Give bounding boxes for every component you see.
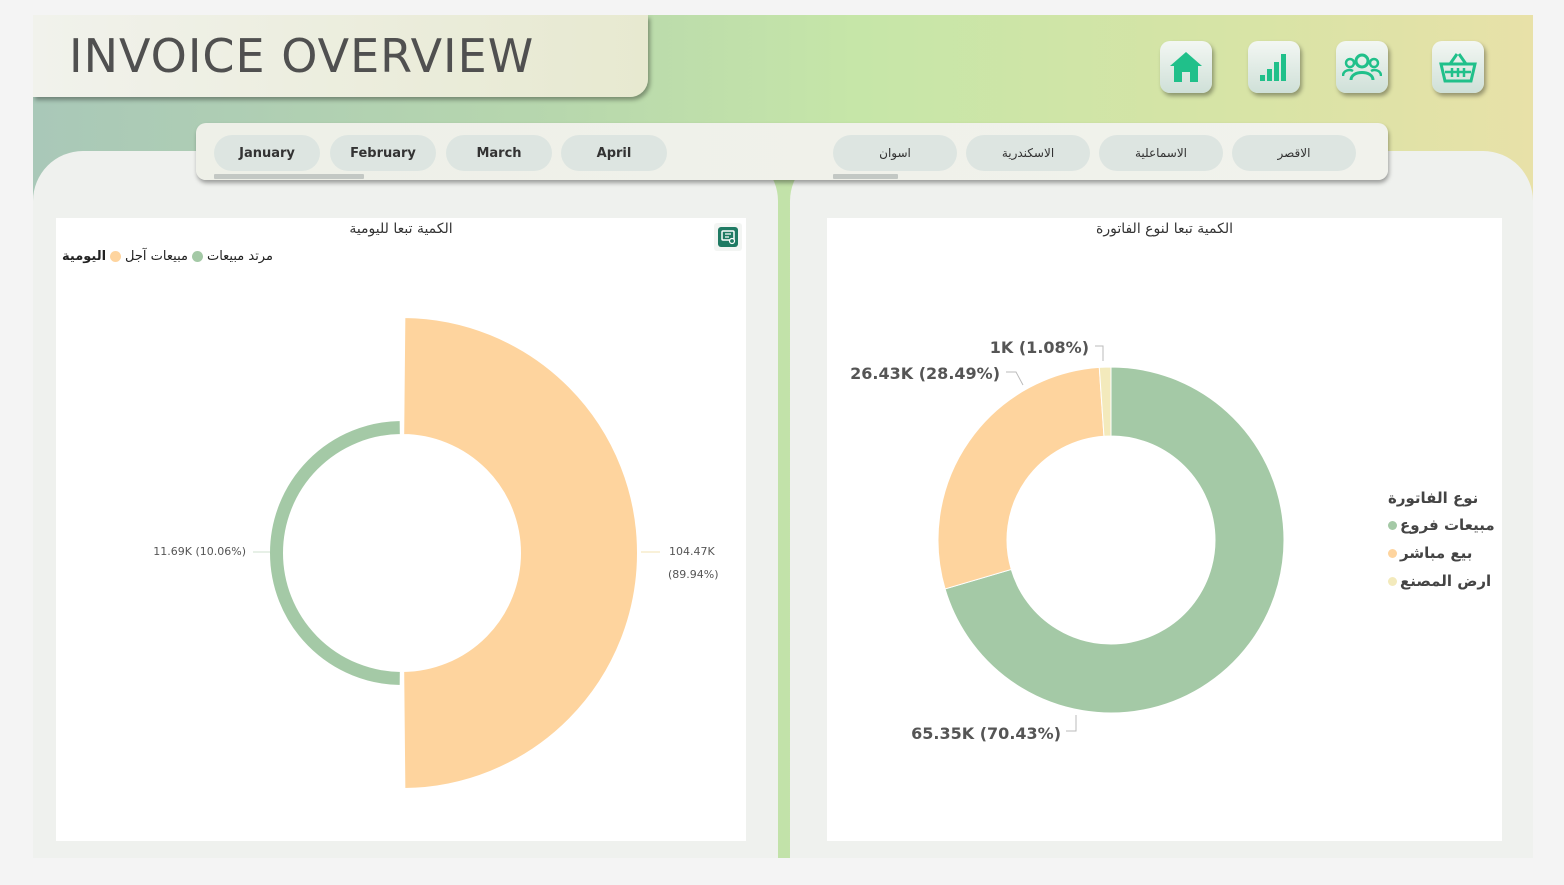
branch-slicer-luxor[interactable]: الاقصر (1232, 135, 1356, 171)
slice-direct-sales[interactable] (937, 366, 1105, 590)
customers-button[interactable] (1336, 41, 1388, 93)
leader-line-factory (1095, 345, 1104, 361)
data-label-credit-sales-pct: (89.94%) (668, 568, 719, 581)
legend-label: مبيعات فروع (1400, 516, 1495, 534)
basket-icon (1439, 53, 1477, 83)
home-icon (1170, 52, 1202, 82)
left-donut-chart: 104.47K (89.94%) 11.69K (10.06%) (153, 316, 719, 790)
month-slicer-february[interactable]: February (330, 135, 436, 171)
branch-slicer-scrollbar[interactable] (833, 174, 898, 179)
slice-sales-return[interactable] (268, 419, 402, 687)
data-label-credit-sales-value: 104.47K (669, 545, 715, 558)
data-label-factory: 1K (1.08%) (990, 338, 1089, 357)
legend-label: ارض المصنع (1400, 572, 1492, 590)
slice-credit-sales[interactable] (402, 316, 639, 790)
page-title: INVOICE OVERVIEW (69, 29, 535, 83)
data-label-direct-sales: 26.43K (28.49%) (850, 364, 1000, 383)
legend-swatch-green (1388, 520, 1397, 530)
bar-chart-icon (1260, 54, 1286, 81)
legend-item-branch-sales[interactable]: مبيعات فروع (1388, 511, 1498, 539)
month-slicer-january[interactable]: January (214, 135, 320, 171)
right-chart-card: الكمية تبعا لنوع الفاتورة 65.35K (70.43%… (827, 218, 1502, 841)
leader-line-direct-sales (1006, 371, 1024, 386)
left-chart-card: الكمية تبعا لليومية اليومية مبيعات آجل م… (56, 218, 746, 841)
month-slicer-april[interactable]: April (561, 135, 667, 171)
title-banner: INVOICE OVERVIEW (33, 15, 648, 97)
users-icon (1342, 53, 1382, 81)
slicer-bar: January February March April اسوان الاسك… (196, 123, 1388, 180)
dashboard-canvas: INVOICE OVERVIEW January February March … (33, 15, 1533, 858)
right-chart-legend: نوع الفاتورة مبيعات فروع بيع مباشر ارض ا… (1388, 489, 1498, 595)
month-slicer-march[interactable]: March (446, 135, 552, 171)
leader-line-branch-sales (1066, 715, 1077, 732)
legend-item-factory[interactable]: ارض المصنع (1388, 567, 1498, 595)
legend-title: نوع الفاتورة (1388, 489, 1479, 507)
month-slicer-scrollbar[interactable] (214, 174, 364, 179)
branch-slicer-alexandria[interactable]: الاسكندرية (966, 135, 1090, 171)
legend-item-direct-sales[interactable]: بيع مباشر (1388, 539, 1498, 567)
home-button[interactable] (1160, 41, 1212, 93)
branch-slicer-ismailia[interactable]: الاسماعلية (1099, 135, 1223, 171)
products-button[interactable] (1432, 41, 1484, 93)
data-label-sales-return: 11.69K (10.06%) (153, 545, 246, 558)
legend-swatch-cream (1388, 576, 1397, 586)
branch-slicer-aswan[interactable]: اسوان (833, 135, 957, 171)
analytics-button[interactable] (1248, 41, 1300, 93)
data-label-branch-sales: 65.35K (70.43%) (911, 724, 1061, 743)
legend-swatch-orange (1388, 548, 1397, 558)
legend-label: بيع مباشر (1400, 544, 1473, 562)
